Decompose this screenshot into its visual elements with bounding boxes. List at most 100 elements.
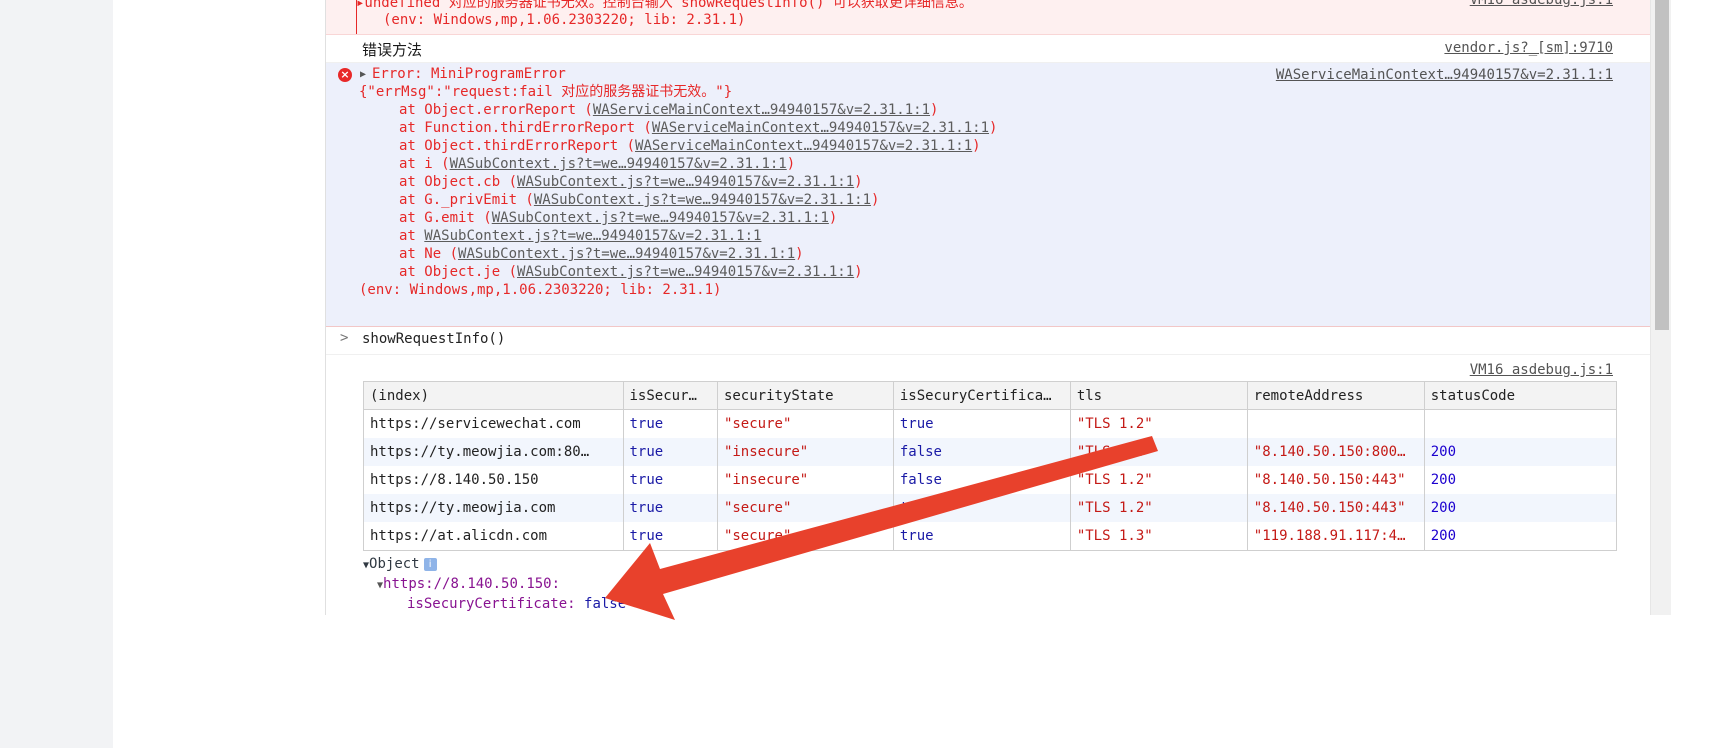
object-child-row[interactable]: ▼https://8.140.50.150: [377,576,560,592]
info-icon[interactable]: i [423,557,437,571]
table-cell: "TLS 1.2" [1069,466,1248,494]
stack-frame: at Ne (WASubContext.js?t=we…94940157&v=2… [399,245,804,263]
table-cell: true [892,409,1071,438]
stack-frame-link[interactable]: WASubContext.js?t=we…94940157&v=2.31.1:1 [424,228,761,244]
table-cell: https://servicewechat.com [363,409,624,438]
table-source-link[interactable]: VM16 asdebug.js:1 [1470,362,1613,378]
stack-frame-link[interactable]: WAServiceMainContext…94940157&v=2.31.1:1 [652,120,989,136]
table-row: https://servicewechat.com true "secure" tru… [363,409,1618,438]
table-cell: 200 [1423,466,1618,494]
table-header-cell[interactable]: isSecuryCertifica… [892,381,1071,410]
table-row: https://ty.meowjia.com:80… true "insecure"… [363,438,1618,466]
stack-frame-link[interactable]: WASubContext.js?t=we…94940157&v=2.31.1:1 [534,192,871,208]
stack-frame: at G._privEmit (WASubContext.js?t=we…949… [399,191,879,209]
stack-frame-prefix: at G.emit ( [399,210,492,226]
stack-frame-link[interactable]: WASubContext.js?t=we…94940157&v=2.31.1:1 [450,156,787,172]
error-top-source-link[interactable]: VM16 asdebug.js:1 [1470,0,1613,8]
table-header-cell[interactable]: tls [1069,381,1248,410]
table-cell: "TLS 1.3" [1069,438,1248,466]
table-cell: false [892,466,1071,494]
stack-frame-link[interactable]: WAServiceMainContext…94940157&v=2.31.1:1 [635,138,972,154]
table-cell: "TLS 1.3" [1069,522,1248,551]
table-cell: "insecure" [716,438,894,466]
table-cell [1423,409,1618,438]
table-cell: true [622,438,718,466]
table-row: https://at.alicdn.com true "secure" true "TL… [363,522,1618,551]
log-message: 错误方法 [362,41,423,59]
table-header-row: (index) isSecur… securityState isSecuryCert… [363,381,1618,410]
error-source-link[interactable]: WAServiceMainContext…94940157&v=2.31.1:1 [1276,67,1613,83]
stack-frame-suffix: ) [989,120,998,136]
table-cell: "8.140.50.150:443" [1246,494,1425,522]
table-cell: https://ty.meowjia.com:80… [363,438,624,466]
stack-frame-prefix: at Object.errorReport ( [399,102,593,118]
expand-triangle-icon[interactable]: ▶ [360,69,366,80]
error-header[interactable]: Error: MiniProgramError [372,65,566,83]
stack-frame-suffix: ) [795,246,804,262]
stack-frame-prefix: at Object.je ( [399,264,518,280]
stack-frame-suffix: ) [871,192,880,208]
error-env: (env: Windows,mp,1.06.2303220; lib: 2.31… [359,282,722,298]
stack-frame-link[interactable]: WASubContext.js?t=we…94940157&v=2.31.1:1 [458,246,795,262]
table-header-cell[interactable]: remoteAddress [1246,381,1425,410]
console-error-message: × ▶ Error: MiniProgramError WAServiceMai… [326,63,1651,327]
table-cell: "TLS 1.2" [1069,494,1248,522]
table-cell: https://at.alicdn.com [363,522,624,551]
table-body: https://servicewechat.com true "secure" tru… [363,409,1618,551]
table-cell: https://8.140.50.150 [363,466,624,494]
table-cell: "8.140.50.150:800… [1246,438,1425,466]
table-cell: 200 [1423,438,1618,466]
stack-frame: at WASubContext.js?t=we…94940157&v=2.31.… [399,227,761,245]
table-cell: 200 [1423,522,1618,551]
stack-frame: at Object.errorReport (WAServiceMainCont… [399,101,938,119]
stack-frame: at G.emit (WASubContext.js?t=we…94940157… [399,209,837,227]
table-header-cell[interactable]: securityState [716,381,894,410]
request-info-table: (index) isSecur… securityState isSecuryCert… [363,381,1618,551]
object-child-key: https://8.140.50.150: [383,576,561,592]
table-header-cell[interactable]: isSecur… [622,381,718,410]
stack-frame-link[interactable]: WAServiceMainContext…94940157&v=2.31.1:1 [593,102,930,118]
stack-frame-prefix: at [399,228,425,244]
stack-frame: at Object.thirdErrorReport (WAServiceMai… [399,137,981,155]
stack-frame: at Object.je (WASubContext.js?t=we…94940… [399,263,863,281]
stack-frame-link[interactable]: WASubContext.js?t=we…94940157&v=2.31.1:1 [517,174,854,190]
error-top-line1: ▸undefined 对应的服务器证书无效。控制台输入 showRequestI… [356,0,973,11]
table-cell [1246,409,1425,438]
table-cell: true [622,466,718,494]
table-cell: "8.140.50.150:443" [1246,466,1425,494]
stack-frame-prefix: at Object.thirdErrorReport ( [399,138,636,154]
table-header-cell[interactable]: (index) [363,381,624,410]
log-source-link[interactable]: vendor.js?_[sm]:9710 [1444,40,1613,56]
console-scrollbar[interactable] [1650,0,1671,615]
command-text: showRequestInfo() [362,331,506,347]
table-cell: true [622,409,718,438]
error-icon: × [338,68,352,82]
stack-frame-link[interactable]: WASubContext.js?t=we…94940157&v=2.31.1:1 [517,264,854,280]
object-root-row[interactable]: ▼Object i [363,556,437,572]
table-cell: "119.188.91.117:4… [1246,522,1425,551]
stack-frame-prefix: at i ( [399,156,450,172]
table-cell: true [892,522,1071,551]
stack-frame-link[interactable]: WASubContext.js?t=we…94940157&v=2.31.1:1 [492,210,829,226]
devtools-console: ▸undefined 对应的服务器证书无效。控制台输入 showRequestI… [325,0,1651,615]
stack-frame: at i (WASubContext.js?t=we…94940157&v=2.… [399,155,795,173]
scrollbar-thumb[interactable] [1655,0,1669,330]
table-cell: "secure" [716,494,894,522]
object-root-label: Object [369,556,420,572]
stack-frame-suffix: ) [828,210,838,226]
stack-frame-suffix: ) [786,156,796,172]
error-message: {"errMsg":"request:fail 对应的服务器证书无效。"} [359,84,733,100]
error-top-env: (env: Windows,mp,1.06.2303220; lib: 2.31… [383,12,746,28]
stack-frame-suffix: ) [930,102,939,118]
table-cell: false [892,438,1071,466]
object-prop-row: isSecuryCertificate: false [407,596,626,612]
table-cell: true [892,494,1071,522]
table-cell: 200 [1423,494,1618,522]
console-input-echo: > showRequestInfo() [326,327,1651,355]
stack-frame-suffix: ) [854,264,863,280]
stack-frame-prefix: at Ne ( [399,246,459,262]
stack-frame: at Function.thirdErrorReport (WAServiceM… [399,119,997,137]
stack-frame-prefix: at Function.thirdErrorReport ( [399,120,652,136]
table-header-cell[interactable]: statusCode [1423,381,1618,410]
stack-frame-suffix: ) [854,174,863,190]
